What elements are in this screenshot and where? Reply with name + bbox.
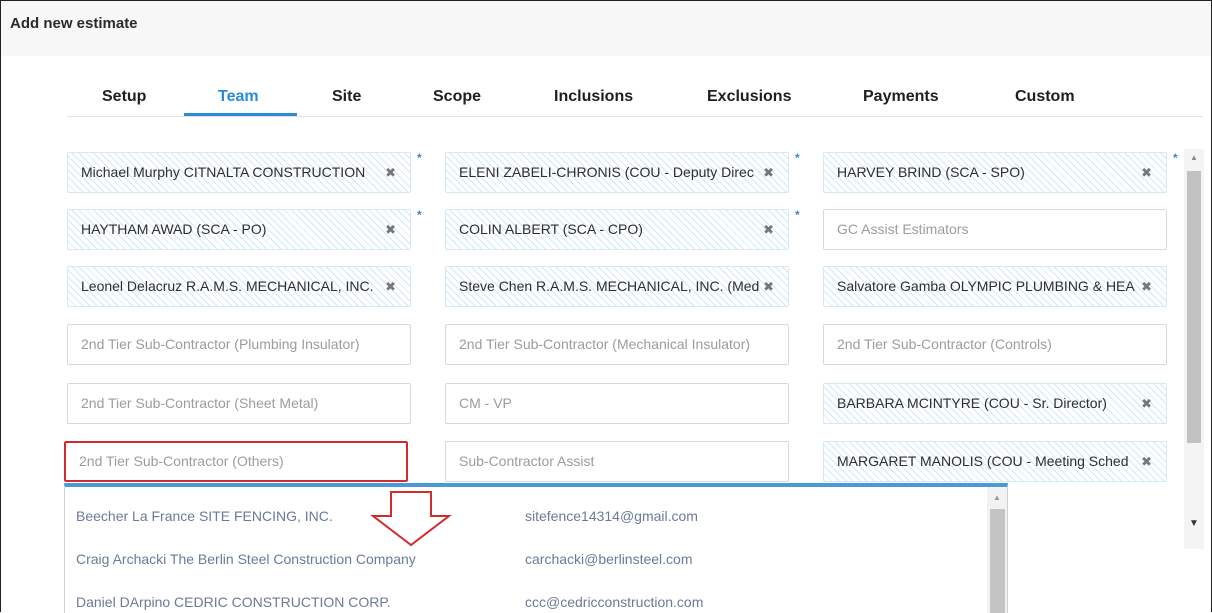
tab-custom[interactable]: Custom [1015, 88, 1075, 106]
team-field-sheet-metal[interactable]: 2nd Tier Sub-Contractor (Sheet Metal) [67, 383, 411, 424]
remove-icon[interactable]: ✖ [1141, 153, 1152, 192]
team-field-sub-contractor-assist[interactable]: Sub-Contractor Assist [445, 441, 789, 482]
required-indicator: * [417, 208, 422, 222]
field-value: ELENI ZABELI-CHRONIS (COU - Deputy Direc [459, 164, 754, 180]
team-field-mechanical-insulator[interactable]: 2nd Tier Sub-Contractor (Mechanical Insu… [445, 324, 789, 365]
scroll-down-icon[interactable]: ▼ [1189, 518, 1199, 529]
team-field-spo[interactable]: HARVEY BRIND (SCA - SPO) ✖ [823, 152, 1167, 193]
team-field-gc-assist-estimators[interactable]: GC Assist Estimators [823, 209, 1167, 250]
field-value: HAYTHAM AWAD (SCA - PO) [81, 221, 267, 237]
field-placeholder: 2nd Tier Sub-Contractor (Sheet Metal) [81, 395, 319, 411]
remove-icon[interactable]: ✖ [385, 267, 396, 306]
option-name: Craig Archacki The Berlin Steel Construc… [76, 551, 416, 567]
remove-icon[interactable]: ✖ [385, 153, 396, 192]
remove-icon[interactable]: ✖ [763, 267, 774, 306]
tab-exclusions[interactable]: Exclusions [707, 88, 791, 106]
remove-icon[interactable]: ✖ [763, 153, 774, 192]
remove-icon[interactable]: ✖ [385, 210, 396, 249]
team-field-meeting-scheduler[interactable]: MARGARET MANOLIS (COU - Meeting Sched ✖ [823, 441, 1167, 482]
team-field-plumbing-insulator[interactable]: 2nd Tier Sub-Contractor (Plumbing Insula… [67, 324, 411, 365]
remove-icon[interactable]: ✖ [1141, 384, 1152, 423]
required-indicator: * [1173, 151, 1178, 165]
field-placeholder: GC Assist Estimators [837, 221, 969, 237]
team-field-cpo[interactable]: COLIN ALBERT (SCA - CPO) ✖ [445, 209, 789, 250]
team-field-others[interactable]: 2nd Tier Sub-Contractor (Others) [64, 441, 408, 482]
required-indicator: * [417, 151, 422, 165]
field-value: MARGARET MANOLIS (COU - Meeting Sched [837, 453, 1129, 469]
tab-inclusions[interactable]: Inclusions [554, 88, 633, 106]
team-field-deputy-director[interactable]: ELENI ZABELI-CHRONIS (COU - Deputy Direc… [445, 152, 789, 193]
scroll-up-icon[interactable]: ▲ [1190, 153, 1198, 162]
option-email: ccc@cedricconstruction.com [525, 594, 704, 610]
team-field-sub-contractor-1[interactable]: Leonel Delacruz R.A.M.S. MECHANICAL, INC… [67, 266, 411, 307]
tab-setup[interactable]: Setup [102, 88, 146, 106]
field-placeholder: 2nd Tier Sub-Contractor (Plumbing Insula… [81, 336, 360, 352]
field-value: COLIN ALBERT (SCA - CPO) [459, 221, 643, 237]
tab-team[interactable]: Team [218, 88, 259, 106]
tab-site[interactable]: Site [332, 88, 361, 106]
team-field-po[interactable]: HAYTHAM AWAD (SCA - PO) ✖ [67, 209, 411, 250]
tab-scope[interactable]: Scope [433, 88, 481, 106]
field-value: Leonel Delacruz R.A.M.S. MECHANICAL, INC… [81, 278, 374, 294]
team-field-sr-director[interactable]: BARBARA MCINTYRE (COU - Sr. Director) ✖ [823, 383, 1167, 424]
dialog-header: Add new estimate [1, 1, 1211, 56]
field-value: BARBARA MCINTYRE (COU - Sr. Director) [837, 395, 1107, 411]
team-field-controls[interactable]: 2nd Tier Sub-Contractor (Controls) [823, 324, 1167, 365]
tab-bar: Setup Team Site Scope Inclusions Exclusi… [67, 72, 1203, 117]
field-value: Salvatore Gamba OLYMPIC PLUMBING & HEA [837, 278, 1135, 294]
dropdown-scrollbar[interactable]: ▲ [987, 487, 1007, 613]
remove-icon[interactable]: ✖ [1141, 442, 1152, 481]
scrollbar-thumb[interactable] [990, 509, 1005, 613]
field-placeholder: CM - VP [459, 395, 512, 411]
dropdown-option[interactable]: Beecher La France SITE FENCING, INC. sit… [65, 497, 987, 537]
option-email: carchacki@berlinsteel.com [525, 551, 693, 567]
contractor-dropdown: Beecher La France SITE FENCING, INC. sit… [64, 483, 1008, 613]
dialog-title: Add new estimate [10, 15, 138, 32]
active-tab-indicator [184, 113, 297, 116]
team-field-sub-contractor-3[interactable]: Salvatore Gamba OLYMPIC PLUMBING & HEA ✖ [823, 266, 1167, 307]
dropdown-option[interactable]: Daniel DArpino CEDRIC CONSTRUCTION CORP.… [65, 583, 987, 613]
field-placeholder: 2nd Tier Sub-Contractor (Controls) [837, 336, 1052, 352]
option-name: Daniel DArpino CEDRIC CONSTRUCTION CORP. [76, 594, 391, 610]
field-value: HARVEY BRIND (SCA - SPO) [837, 164, 1025, 180]
required-indicator: * [795, 208, 800, 222]
tab-payments[interactable]: Payments [863, 88, 939, 106]
team-field-contractor[interactable]: Michael Murphy CITNALTA CONSTRUCTION ✖ [67, 152, 411, 193]
field-placeholder: Sub-Contractor Assist [459, 453, 595, 469]
remove-icon[interactable]: ✖ [1141, 267, 1152, 306]
arrow-down-icon [370, 491, 452, 547]
field-placeholder: 2nd Tier Sub-Contractor (Others) [79, 453, 284, 469]
estimate-dialog: Add new estimate Setup Team Site Scope I… [0, 0, 1212, 613]
team-field-sub-contractor-2[interactable]: Steve Chen R.A.M.S. MECHANICAL, INC. (Me… [445, 266, 789, 307]
scrollbar-thumb[interactable] [1187, 171, 1201, 443]
form-scrollbar[interactable]: ▲ ▼ [1184, 149, 1204, 549]
remove-icon[interactable]: ✖ [763, 210, 774, 249]
option-name: Beecher La France SITE FENCING, INC. [76, 508, 333, 524]
field-placeholder: 2nd Tier Sub-Contractor (Mechanical Insu… [459, 336, 751, 352]
scroll-up-icon[interactable]: ▲ [993, 493, 1001, 502]
field-value: Steve Chen R.A.M.S. MECHANICAL, INC. (Me… [459, 278, 760, 294]
required-indicator: * [795, 151, 800, 165]
team-field-cm-vp[interactable]: CM - VP [445, 383, 789, 424]
option-email: sitefence14314@gmail.com [525, 508, 698, 524]
field-value: Michael Murphy CITNALTA CONSTRUCTION [81, 164, 366, 180]
dropdown-option[interactable]: Craig Archacki The Berlin Steel Construc… [65, 540, 987, 580]
